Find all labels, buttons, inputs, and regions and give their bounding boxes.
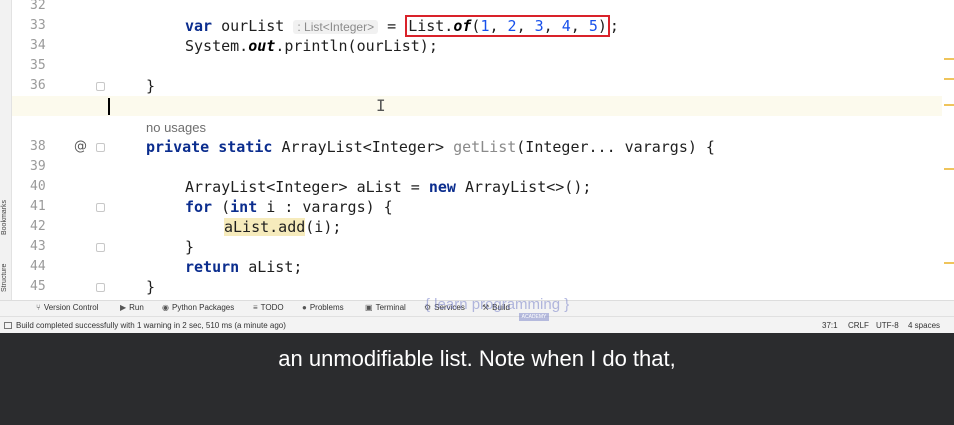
warning-marker[interactable] <box>944 78 954 80</box>
code-line-42: aList.add(i); <box>224 218 342 236</box>
line-number: 38 <box>30 139 46 154</box>
line-ending[interactable]: CRLF <box>848 321 869 330</box>
fold-marker-icon[interactable] <box>96 203 105 212</box>
fold-marker-icon[interactable] <box>96 243 105 252</box>
code-line-41: for (int i : varargs) { <box>185 198 393 216</box>
code-line-40: ArrayList<Integer> aList = new ArrayList… <box>185 178 592 196</box>
code-line-45: } <box>146 278 156 296</box>
code-line-34: System.out.println(ourList); <box>185 37 438 55</box>
file-encoding[interactable]: UTF-8 <box>876 321 899 330</box>
watermark-badge: ACADEMY <box>519 313 549 321</box>
code-line-38: private static ArrayList<Integer> getLis… <box>146 138 715 156</box>
warning-highlight: aList.add <box>224 218 306 236</box>
version-control-tab[interactable]: ⑂ Version Control <box>36 303 99 312</box>
status-message[interactable]: Build completed successfully with 1 warn… <box>16 321 286 330</box>
list-icon: ≡ <box>253 303 258 312</box>
line-number: 42 <box>30 219 46 234</box>
fold-marker-icon[interactable] <box>96 143 105 152</box>
terminal-tab[interactable]: ▣ Terminal <box>365 303 406 312</box>
line-number: 43 <box>30 239 46 254</box>
warning-marker[interactable] <box>944 262 954 264</box>
type-hint: : List<Integer> <box>293 20 379 34</box>
warning-marker[interactable] <box>944 58 954 60</box>
tool-windows-toggle-icon[interactable] <box>4 322 12 329</box>
code-editor[interactable]: var ourList : List<Integer> = List.of(1,… <box>12 0 942 300</box>
run-tab[interactable]: ▶ Run <box>120 303 144 312</box>
ibeam-cursor-icon: I <box>376 96 386 115</box>
usages-hint[interactable]: no usages <box>146 120 206 135</box>
status-bar: Build completed successfully with 1 warn… <box>0 316 954 333</box>
problems-tab[interactable]: ● Problems <box>302 303 344 312</box>
branch-icon: ⑂ <box>36 303 41 312</box>
line-number: 39 <box>30 159 46 174</box>
line-number: 32 <box>30 0 46 13</box>
error-stripe[interactable] <box>942 0 954 300</box>
side-tool-strip: Bookmarks Structure <box>0 0 12 300</box>
code-line-36: } <box>146 77 156 95</box>
package-icon: ◉ <box>162 303 169 312</box>
code-line-33: var ourList : List<Integer> = List.of(1,… <box>185 15 619 37</box>
line-number: 44 <box>30 259 46 274</box>
problems-icon: ● <box>302 303 307 312</box>
structure-tab[interactable]: Structure <box>1 264 8 292</box>
indent-setting[interactable]: 4 spaces <box>908 321 940 330</box>
warning-marker[interactable] <box>944 104 954 106</box>
video-caption: an unmodifiable list. Note when I do tha… <box>278 346 676 371</box>
code-line-43: } <box>185 238 195 256</box>
terminal-icon: ▣ <box>365 303 373 312</box>
warning-marker[interactable] <box>944 168 954 170</box>
line-number: 41 <box>30 199 46 214</box>
text-caret <box>108 98 110 115</box>
line-number: 35 <box>30 58 46 73</box>
editor-gutter: 32 33 34 35 36 37 38 39 40 41 42 43 44 4… <box>12 0 132 300</box>
code-line-44: return aList; <box>185 258 303 276</box>
line-number: 36 <box>30 78 46 93</box>
watermark-logo: { learn programming } <box>425 296 570 313</box>
override-icon[interactable]: @ <box>74 139 87 154</box>
highlighted-expression: List.of(1, 2, 3, 4, 5) <box>405 15 610 37</box>
line-number: 45 <box>30 279 46 294</box>
ide-window: Bookmarks Structure 32 33 34 35 36 37 38… <box>0 0 954 333</box>
current-line-highlight <box>12 96 942 116</box>
play-icon: ▶ <box>120 303 127 312</box>
cursor-position[interactable]: 37:1 <box>822 321 838 330</box>
line-number: 33 <box>30 18 46 33</box>
todo-tab[interactable]: ≡ TODO <box>253 303 284 312</box>
line-number: 34 <box>30 38 46 53</box>
line-number: 40 <box>30 179 46 194</box>
fold-marker-icon[interactable] <box>96 283 105 292</box>
bookmarks-tab[interactable]: Bookmarks <box>1 200 8 235</box>
fold-marker-icon[interactable] <box>96 82 105 91</box>
python-packages-tab[interactable]: ◉ Python Packages <box>162 303 234 312</box>
